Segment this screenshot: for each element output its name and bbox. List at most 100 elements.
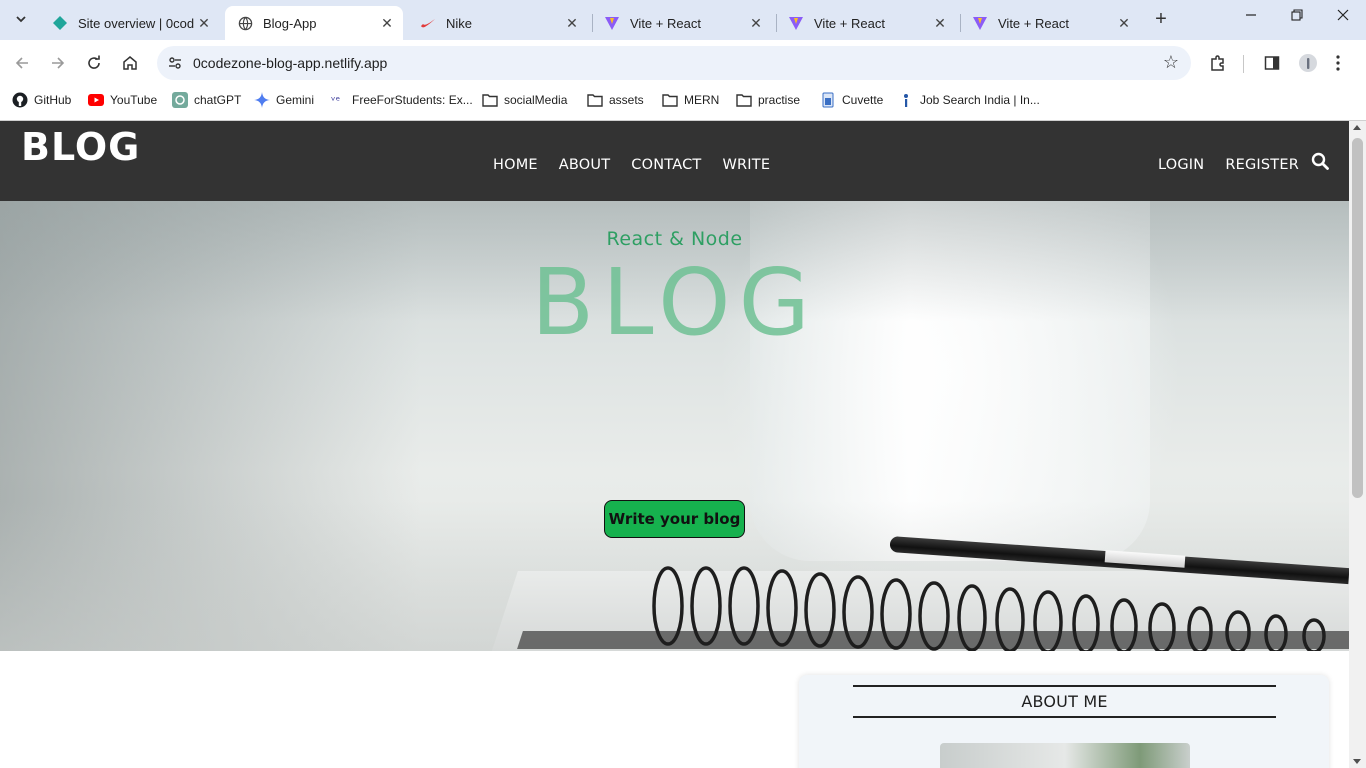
close-icon[interactable]: ✕ bbox=[562, 15, 582, 32]
bookmark-label: FreeForStudents: Ex... bbox=[352, 93, 473, 107]
bookmark-folder-assets[interactable]: assets bbox=[587, 90, 644, 110]
close-window-button[interactable] bbox=[1328, 8, 1358, 32]
bookmark-folder-socialmedia[interactable]: socialMedia bbox=[482, 90, 567, 110]
bookmarks-bar: GitHub YouTube chatGPT Gemini ᵛᵉ FreeFor… bbox=[0, 86, 1366, 114]
cuvette-icon bbox=[820, 92, 836, 108]
chatgpt-icon bbox=[172, 92, 188, 108]
page-scrollbar[interactable] bbox=[1349, 121, 1366, 768]
close-icon[interactable]: ✕ bbox=[377, 15, 397, 32]
auth-nav: LOGIN REGISTER bbox=[1158, 157, 1299, 173]
close-icon[interactable]: ✕ bbox=[1114, 15, 1134, 32]
sidebar-about-me: ABOUT ME bbox=[799, 675, 1329, 768]
more-vertical-icon bbox=[1336, 55, 1340, 71]
page-viewport: BLOG HOME ABOUT CONTACT WRITE LOGIN REGI… bbox=[0, 121, 1349, 768]
bookmark-github[interactable]: GitHub bbox=[12, 90, 71, 110]
reload-button[interactable] bbox=[81, 50, 107, 76]
address-bar[interactable]: 0codezone-blog-app.netlify.app ☆ bbox=[157, 46, 1191, 80]
bookmark-label: GitHub bbox=[34, 93, 72, 107]
avatar-icon bbox=[1299, 54, 1317, 72]
toolbar-separator bbox=[1243, 55, 1244, 73]
bookmark-label: MERN bbox=[684, 93, 720, 107]
nav-home-link[interactable]: HOME bbox=[493, 157, 538, 173]
site-navbar: BLOG HOME ABOUT CONTACT WRITE LOGIN REGI… bbox=[0, 121, 1349, 201]
bookmark-youtube[interactable]: YouTube bbox=[88, 90, 157, 110]
bookmark-folder-mern[interactable]: MERN bbox=[662, 90, 719, 110]
bookmark-chatgpt[interactable]: chatGPT bbox=[172, 90, 241, 110]
nav-contact-link[interactable]: CONTACT bbox=[631, 157, 701, 173]
tab-title: Vite + React bbox=[630, 15, 701, 31]
tab-title: Blog-App bbox=[263, 15, 317, 31]
nav-about-link[interactable]: ABOUT bbox=[559, 157, 611, 173]
tab-blog-app[interactable]: Blog-App ✕ bbox=[225, 6, 403, 40]
netlify-icon bbox=[52, 15, 68, 31]
folder-icon bbox=[587, 92, 603, 108]
nav-register-link[interactable]: REGISTER bbox=[1225, 157, 1299, 173]
profile-button[interactable] bbox=[1296, 51, 1320, 75]
vite-icon bbox=[788, 15, 804, 31]
sidebar-title: ABOUT ME bbox=[853, 685, 1276, 718]
bookmark-job-search[interactable]: Job Search India | In... bbox=[898, 90, 1040, 110]
site-settings-icon[interactable] bbox=[165, 53, 185, 73]
bookmark-cuvette[interactable]: Cuvette bbox=[820, 90, 883, 110]
bookmark-label: assets bbox=[609, 93, 644, 107]
arrow-left-icon bbox=[15, 57, 28, 69]
menu-button[interactable] bbox=[1326, 51, 1350, 75]
back-button[interactable] bbox=[9, 50, 35, 76]
tab-title: Site overview | 0codez bbox=[78, 15, 194, 31]
forward-button[interactable] bbox=[45, 50, 71, 76]
url-text[interactable]: 0codezone-blog-app.netlify.app bbox=[193, 55, 387, 71]
bookmark-label: Gemini bbox=[276, 93, 315, 107]
bookmark-label: socialMedia bbox=[504, 93, 568, 107]
github-icon bbox=[12, 92, 28, 108]
bookmark-gemini[interactable]: Gemini bbox=[254, 90, 314, 110]
bookmark-freeforstudents[interactable]: ᵛᵉ FreeForStudents: Ex... bbox=[330, 90, 473, 110]
nike-icon bbox=[420, 15, 436, 31]
puzzle-icon bbox=[1211, 55, 1224, 71]
about-me-image bbox=[940, 743, 1190, 768]
search-icon[interactable] bbox=[1311, 152, 1331, 172]
side-panel-button[interactable] bbox=[1260, 51, 1284, 75]
tab-title: Vite + React bbox=[998, 15, 1069, 31]
tab-vite-react-3[interactable]: Vite + React ✕ bbox=[960, 6, 1140, 40]
bookmark-label: YouTube bbox=[110, 93, 158, 107]
youtube-icon bbox=[88, 92, 104, 108]
bookmark-label: Job Search India | In... bbox=[920, 93, 1040, 107]
bookmark-label: practise bbox=[758, 93, 801, 107]
close-icon[interactable]: ✕ bbox=[194, 15, 214, 32]
close-icon[interactable]: ✕ bbox=[930, 15, 950, 32]
home-button[interactable] bbox=[117, 50, 143, 76]
tab-nike[interactable]: Nike ✕ bbox=[408, 6, 588, 40]
vite-icon bbox=[604, 15, 620, 31]
vite-icon bbox=[972, 15, 988, 31]
home-icon bbox=[123, 56, 137, 70]
scroll-thumb[interactable] bbox=[1352, 138, 1363, 498]
tab-vite-react-2[interactable]: Vite + React ✕ bbox=[776, 6, 956, 40]
nav-login-link[interactable]: LOGIN bbox=[1158, 157, 1204, 173]
hero-title: BLOG bbox=[531, 249, 818, 356]
folder-icon bbox=[736, 92, 752, 108]
tab-vite-react-1[interactable]: Vite + React ✕ bbox=[592, 6, 772, 40]
indeed-icon bbox=[898, 92, 914, 108]
bookmark-folder-practise[interactable]: practise bbox=[736, 90, 800, 110]
bookmark-label: chatGPT bbox=[194, 93, 242, 107]
restore-icon bbox=[1291, 9, 1303, 21]
minimize-button[interactable] bbox=[1236, 8, 1266, 32]
close-icon[interactable]: ✕ bbox=[746, 15, 766, 32]
new-tab-button[interactable]: + bbox=[1150, 9, 1172, 31]
side-panel-icon bbox=[1264, 56, 1280, 70]
nav-write-link[interactable]: WRITE bbox=[722, 157, 770, 173]
restore-button[interactable] bbox=[1282, 8, 1312, 32]
site-logo[interactable]: BLOG bbox=[21, 125, 140, 169]
tab-site-overview[interactable]: Site overview | 0codez ✕ bbox=[40, 6, 220, 40]
tab-title: Vite + React bbox=[814, 15, 885, 31]
tab-strip: Site overview | 0codez ✕ Blog-App ✕ Nike… bbox=[0, 0, 1366, 40]
scroll-down-arrow-icon[interactable] bbox=[1353, 759, 1361, 764]
extensions-button[interactable] bbox=[1206, 51, 1230, 75]
hero-banner: React & Node BLOG Write your blog bbox=[0, 201, 1349, 651]
star-icon[interactable]: ☆ bbox=[1163, 52, 1179, 73]
arrow-right-icon bbox=[52, 57, 65, 69]
tab-search-button[interactable] bbox=[8, 6, 34, 32]
tab-title: Nike bbox=[446, 15, 473, 31]
write-blog-button[interactable]: Write your blog bbox=[604, 500, 745, 538]
scroll-up-arrow-icon[interactable] bbox=[1353, 125, 1361, 130]
